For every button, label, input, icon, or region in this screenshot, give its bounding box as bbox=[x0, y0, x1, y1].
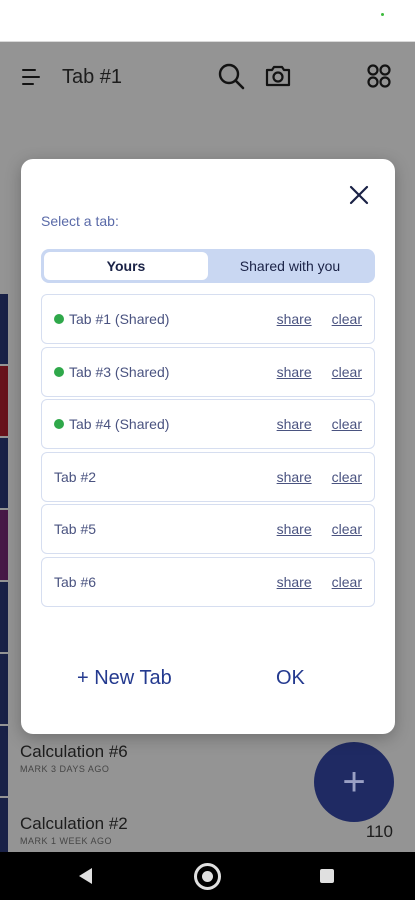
tab-list-item[interactable]: Tab #4 (Shared) share clear bbox=[41, 399, 375, 449]
status-bar bbox=[0, 0, 415, 42]
home-icon[interactable] bbox=[194, 863, 221, 890]
ok-button[interactable]: OK bbox=[276, 667, 305, 690]
segment-shared-with-you[interactable]: Shared with you bbox=[208, 252, 372, 280]
share-link[interactable]: share bbox=[277, 416, 312, 432]
segment-yours[interactable]: Yours bbox=[44, 252, 208, 280]
clear-link[interactable]: clear bbox=[332, 311, 362, 327]
tab-source-toggle: Yours Shared with you bbox=[41, 249, 375, 283]
tab-list-item[interactable]: Tab #5 share clear bbox=[41, 504, 375, 554]
clear-link[interactable]: clear bbox=[332, 574, 362, 590]
dialog-actions: + New Tab OK bbox=[21, 667, 395, 697]
new-tab-button[interactable]: + New Tab bbox=[77, 667, 172, 690]
share-link[interactable]: share bbox=[277, 311, 312, 327]
tab-name: Tab #3 (Shared) bbox=[69, 363, 170, 380]
clear-link[interactable]: clear bbox=[332, 416, 362, 432]
recent-apps-icon[interactable] bbox=[320, 869, 334, 883]
system-nav-bar bbox=[0, 852, 415, 900]
tab-list-item[interactable]: Tab #1 (Shared) share clear bbox=[41, 294, 375, 344]
share-link[interactable]: share bbox=[277, 574, 312, 590]
add-calculation-button[interactable]: + bbox=[314, 742, 394, 822]
tab-list: Tab #1 (Shared) share clear Tab #3 (Shar… bbox=[41, 294, 375, 609]
shared-status-icon bbox=[54, 366, 64, 377]
share-link[interactable]: share bbox=[277, 364, 312, 380]
dialog-label: Select a tab: bbox=[41, 213, 119, 229]
shared-status-icon bbox=[54, 314, 64, 324]
clear-link[interactable]: clear bbox=[332, 469, 362, 485]
select-tab-dialog: Select a tab: Yours Shared with you Tab … bbox=[21, 159, 395, 734]
back-icon[interactable] bbox=[79, 868, 92, 884]
tab-list-item[interactable]: Tab #3 (Shared) share clear bbox=[41, 346, 375, 397]
shared-status-icon bbox=[54, 419, 64, 429]
status-indicator-icon bbox=[381, 13, 384, 16]
tab-list-item[interactable]: Tab #2 share clear bbox=[41, 451, 375, 502]
plus-icon: + bbox=[342, 760, 366, 804]
tab-name: Tab #5 bbox=[54, 521, 97, 537]
close-icon[interactable] bbox=[347, 183, 371, 207]
share-link[interactable]: share bbox=[277, 521, 312, 537]
tab-name: Tab #2 bbox=[54, 468, 97, 485]
tab-name: Tab #4 (Shared) bbox=[69, 416, 170, 432]
clear-link[interactable]: clear bbox=[332, 521, 362, 537]
share-link[interactable]: share bbox=[277, 469, 312, 485]
tab-name: Tab #1 (Shared) bbox=[69, 311, 170, 327]
tab-name: Tab #6 bbox=[54, 573, 97, 590]
clear-link[interactable]: clear bbox=[332, 364, 362, 380]
tab-list-item[interactable]: Tab #6 share clear bbox=[41, 556, 375, 607]
